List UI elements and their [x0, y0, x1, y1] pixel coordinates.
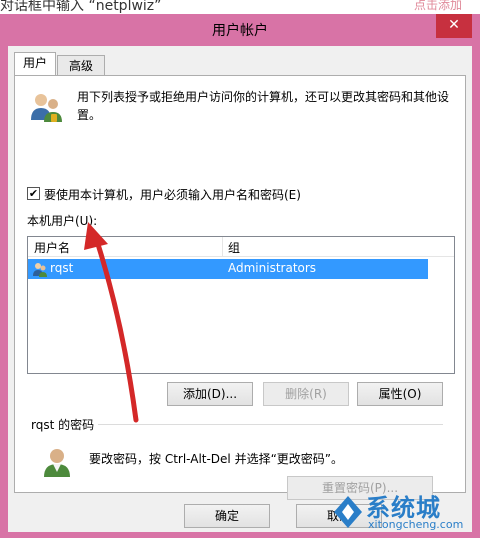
column-divider[interactable] [222, 237, 223, 257]
user-icon [33, 263, 47, 277]
column-header-group[interactable]: 组 [228, 239, 240, 256]
add-button[interactable]: 添加(D)... [167, 382, 253, 406]
users-list[interactable]: 用户名 组 rqst Administrators [27, 236, 455, 374]
row-group: Administrators [228, 261, 317, 275]
info-text: 用下列表授予或拒绝用户访问你的计算机，还可以更改其密码和其他设置。 [77, 90, 450, 122]
tab-advanced[interactable]: 高级 [57, 55, 105, 75]
tab-users[interactable]: 用户 [14, 52, 56, 76]
ok-button[interactable]: 确定 [184, 504, 270, 528]
users-icon [31, 94, 62, 122]
list-header: 用户名 组 [28, 237, 454, 257]
row-username: rqst [50, 261, 74, 275]
background-link: 点击添加 [414, 0, 463, 12]
users-tab-panel: 用下列表授予或拒绝用户访问你的计算机，还可以更改其密码和其他设置。 ✔ 要使用本… [14, 75, 466, 500]
require-password-checkbox[interactable]: ✔ [27, 187, 40, 200]
user-accounts-dialog: 用户帐户 ✕ 用户 高级 用下列表授予或拒绝用户访问你的计算机，还可以更改其密码… [0, 14, 480, 538]
dialog-title: 用户帐户 [212, 23, 268, 39]
close-button[interactable]: ✕ [436, 14, 472, 38]
require-password-label[interactable]: 要使用本计算机，用户必须输入用户名和密码(E) [44, 186, 301, 203]
title-bar[interactable]: 用户帐户 ✕ [0, 14, 480, 46]
column-header-username[interactable]: 用户名 [34, 239, 70, 256]
background-text: 对话框中输入 “netplwiz” [0, 0, 162, 14]
dialog-body: 用户 高级 用下列表授予或拒绝用户访问你的计算机，还可以更改其密码和其他设置。 … [8, 46, 472, 532]
remove-button[interactable]: 删除(R) [263, 382, 349, 406]
password-group-title: rqst 的密码 [27, 416, 99, 433]
password-instructions: 要改密码，按 Ctrl-Alt-Del 并选择“更改密码”。 [89, 452, 344, 466]
properties-button[interactable]: 属性(O) [357, 382, 443, 406]
user-password-icon [44, 449, 70, 477]
table-row[interactable]: rqst Administrators [28, 259, 428, 279]
background-page: 对话框中输入 “netplwiz” 点击添加 [0, 0, 480, 14]
watermark-url: xitongcheng.com [368, 518, 464, 531]
users-list-label: 本机用户(U): [27, 214, 98, 228]
